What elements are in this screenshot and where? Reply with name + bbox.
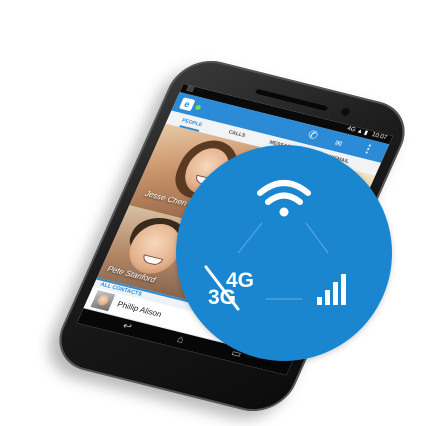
- back-icon[interactable]: ↩: [120, 320, 134, 335]
- list-item-name: Phillip Alison: [115, 299, 164, 319]
- battery-icon: ▮: [362, 130, 369, 137]
- scene: ⬛ 4G ▲ ▮ 10:07 e ✆ ✉ ⋮ PEOPLE CALLS MESS…: [0, 0, 426, 426]
- phone-icon[interactable]: ✆: [305, 128, 320, 143]
- disabled-cellular-icon: [204, 265, 240, 311]
- connectivity-badge: 4G 3G: [176, 145, 392, 361]
- app-logo-icon[interactable]: e: [178, 97, 196, 112]
- face: [96, 293, 111, 307]
- avatar: [90, 290, 116, 312]
- front-camera: [339, 107, 352, 117]
- online-status-dot: [194, 104, 202, 111]
